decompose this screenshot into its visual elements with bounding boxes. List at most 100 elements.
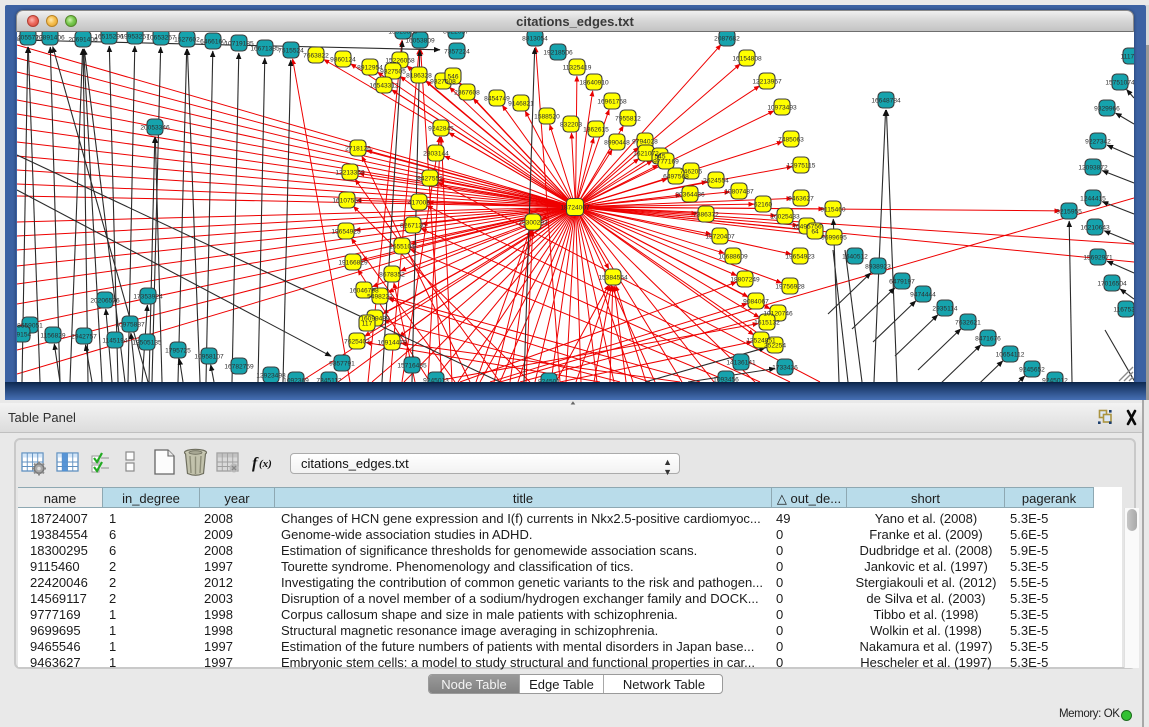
svg-text:15716485: 15716485 xyxy=(397,363,427,370)
svg-text:9463627: 9463627 xyxy=(788,196,814,203)
svg-text:16782759: 16782759 xyxy=(224,364,254,371)
svg-text:832203: 832203 xyxy=(560,122,582,129)
svg-text:10653267: 10653267 xyxy=(146,35,176,42)
svg-text:7955812: 7955812 xyxy=(615,116,641,123)
svg-text:(x): (x) xyxy=(259,458,272,470)
svg-text:64: 64 xyxy=(811,229,819,236)
svg-text:12093872: 12093872 xyxy=(1078,165,1108,172)
svg-text:1795725: 1795725 xyxy=(165,348,191,355)
svg-text:10973493: 10973493 xyxy=(767,105,797,112)
svg-text:12923498: 12923498 xyxy=(256,373,286,380)
svg-text:20364436: 20364436 xyxy=(675,192,705,199)
svg-text:16543312: 16543312 xyxy=(369,83,399,90)
svg-text:111745: 111745 xyxy=(1120,54,1134,61)
svg-text:20053346: 20053346 xyxy=(140,125,170,132)
svg-text:19756928: 19756928 xyxy=(775,284,805,291)
svg-text:20891406: 20891406 xyxy=(35,35,65,42)
svg-text:9329966: 9329966 xyxy=(1094,106,1120,113)
svg-text:11325419: 11325419 xyxy=(563,65,592,72)
svg-text:16053809: 16053809 xyxy=(405,38,435,45)
svg-text:8990448: 8990448 xyxy=(604,140,630,147)
svg-text:546: 546 xyxy=(447,74,458,81)
svg-text:15384554: 15384554 xyxy=(598,275,628,282)
svg-text:6479197: 6479197 xyxy=(889,279,915,286)
svg-text:9245652: 9245652 xyxy=(1019,367,1045,374)
svg-text:252254: 252254 xyxy=(764,343,786,350)
svg-text:16210643: 16210643 xyxy=(1080,225,1110,232)
svg-text:9777169: 9777169 xyxy=(653,159,679,166)
svg-text:1640512: 1640512 xyxy=(842,254,868,261)
svg-text:9327505: 9327505 xyxy=(380,69,406,76)
svg-text:3215955: 3215955 xyxy=(1056,209,1082,216)
svg-text:8938923: 8938923 xyxy=(865,264,891,271)
svg-text:16914479: 16914479 xyxy=(377,340,407,347)
svg-text:7663822: 7663822 xyxy=(303,53,329,60)
svg-text:10025433: 10025433 xyxy=(770,214,800,221)
svg-text:824501: 824501 xyxy=(538,379,560,383)
svg-text:10654112: 10654112 xyxy=(996,352,1025,359)
svg-text:19654923: 19654923 xyxy=(785,254,815,261)
svg-text:9857791: 9857791 xyxy=(329,361,355,368)
svg-text:9242845: 9242845 xyxy=(428,126,454,133)
svg-text:17016504: 17016504 xyxy=(1097,281,1127,288)
svg-text:7515524: 7515524 xyxy=(278,48,304,55)
svg-text:19654925: 19654925 xyxy=(331,229,361,236)
svg-text:7632621: 7632621 xyxy=(955,320,981,327)
svg-text:16961758: 16961758 xyxy=(597,99,627,106)
svg-text:15692971: 15692971 xyxy=(1083,255,1113,262)
svg-text:9227342: 9227342 xyxy=(1085,139,1111,146)
svg-text:2942757: 2942757 xyxy=(71,334,97,341)
svg-text:9794028: 9794028 xyxy=(632,139,658,146)
svg-text:3624554: 3624554 xyxy=(703,178,729,185)
svg-text:7357224: 7357224 xyxy=(444,49,470,56)
svg-text:9115460: 9115460 xyxy=(820,207,846,214)
svg-text:19218506: 19218506 xyxy=(543,50,573,57)
svg-text:19166829: 19166829 xyxy=(338,260,368,267)
svg-text:1093456: 1093456 xyxy=(713,377,739,383)
svg-text:1244415: 1244415 xyxy=(1080,196,1106,203)
svg-text:8559051: 8559051 xyxy=(17,323,43,330)
svg-text:7625402: 7625402 xyxy=(344,339,370,346)
svg-text:1362615: 1362615 xyxy=(583,127,609,134)
svg-text:16107554: 16107554 xyxy=(332,198,362,205)
svg-text:10958107: 10958107 xyxy=(194,354,224,361)
svg-text:8267130: 8267130 xyxy=(400,223,426,230)
svg-text:1527602: 1527602 xyxy=(174,37,200,44)
svg-text:62160: 62160 xyxy=(754,202,773,209)
svg-text:1555104: 1555104 xyxy=(389,244,415,251)
svg-text:1588520: 1588520 xyxy=(534,114,560,121)
svg-text:16671385: 16671385 xyxy=(250,46,280,53)
svg-text:5498222: 5498222 xyxy=(367,294,393,301)
svg-text:18724007: 18724007 xyxy=(560,205,590,212)
svg-text:12975115: 12975115 xyxy=(787,163,816,170)
svg-text:8322037: 8322037 xyxy=(443,32,469,36)
svg-text:39154: 39154 xyxy=(17,332,31,339)
svg-text:6497568: 6497568 xyxy=(663,174,689,181)
svg-text:8454749: 8454749 xyxy=(484,96,510,103)
svg-text:15923809: 15923809 xyxy=(388,32,418,36)
svg-text:6466160: 6466160 xyxy=(200,39,226,46)
svg-text:417006: 417006 xyxy=(408,200,430,207)
svg-text:10688609: 10688609 xyxy=(718,254,748,261)
svg-text:7345112: 7345112 xyxy=(316,378,342,383)
svg-text:2803144: 2803144 xyxy=(423,151,449,158)
svg-text:8813054: 8813054 xyxy=(522,36,548,43)
svg-text:15226058: 15226058 xyxy=(385,58,415,65)
svg-text:2718126: 2718126 xyxy=(345,146,371,153)
svg-text:f: f xyxy=(252,455,259,472)
svg-text:1156829: 1156829 xyxy=(40,333,66,340)
svg-text:9860124: 9860124 xyxy=(330,57,356,64)
svg-text:2087682: 2087682 xyxy=(714,36,740,43)
svg-text:1733426: 1733426 xyxy=(772,365,798,372)
svg-text:18640910: 18640910 xyxy=(579,80,609,87)
svg-text:18807249: 18807249 xyxy=(730,277,760,284)
svg-text:16648784: 16648784 xyxy=(871,98,901,105)
svg-text:25300293: 25300293 xyxy=(518,220,548,227)
svg-text:9474444: 9474444 xyxy=(910,292,936,299)
svg-text:12505135: 12505135 xyxy=(132,340,162,347)
svg-text:9084067: 9084067 xyxy=(743,299,769,306)
svg-text:9245013: 9245013 xyxy=(423,378,449,383)
svg-text:17353924: 17353924 xyxy=(133,294,163,301)
svg-text:1145194: 1145194 xyxy=(102,338,128,345)
svg-text:1092369: 1092369 xyxy=(283,378,309,383)
